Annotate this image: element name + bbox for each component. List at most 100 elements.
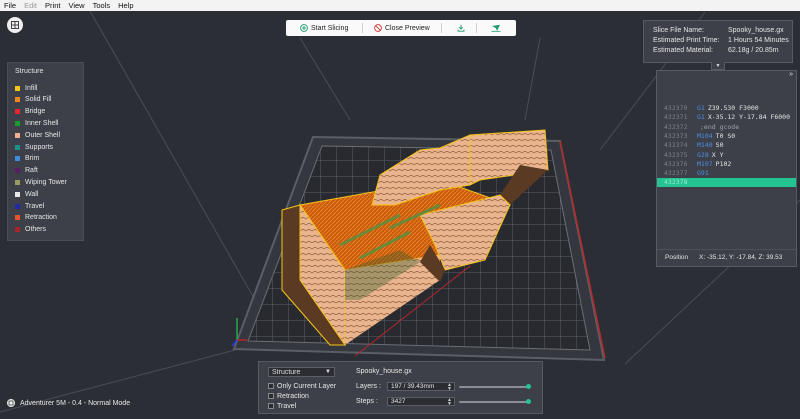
gcode-line-number: 432378 xyxy=(664,178,688,187)
legend-swatch xyxy=(15,120,20,126)
gcode-command: G91 xyxy=(697,169,709,178)
collapse-arrows-icon[interactable]: » xyxy=(789,71,793,78)
info-collapse-icon[interactable]: ▼ xyxy=(711,62,725,70)
only-current-layer-label: Only Current Layer xyxy=(277,382,337,390)
gcode-line[interactable]: 432376 M107 P102 xyxy=(657,160,796,169)
gcode-line-number: 432374 xyxy=(664,141,688,150)
close-preview-label: Close Preview xyxy=(385,24,430,32)
layers-slider[interactable] xyxy=(459,384,531,390)
gcode-arguments: T0 S0 xyxy=(715,131,736,140)
legend-swatch xyxy=(15,227,20,233)
gcode-command: M140 xyxy=(697,141,713,150)
gcode-line-number: 432373 xyxy=(664,131,688,140)
toolbar-divider xyxy=(441,23,442,33)
gcode-line[interactable]: 432377 G91 xyxy=(657,169,796,178)
legend-label: Retraction xyxy=(25,214,57,222)
legend-label: Solid Fill xyxy=(25,96,52,104)
gcode-arguments: ;end gcode xyxy=(700,122,740,131)
position-readout: Position X: -35.12, Y: -17.84, Z: 39.53 xyxy=(657,249,796,265)
gcode-line[interactable]: 432375 G28 X Y xyxy=(657,151,796,160)
printer-status: Adventurer 5M - 0.4 - Normal Mode xyxy=(7,399,130,407)
legend-label: Travel xyxy=(25,202,45,210)
close-circle-icon xyxy=(374,24,382,32)
printer-mode-text: Adventurer 5M - 0.4 - Normal Mode xyxy=(20,399,131,407)
legend-title: Structure xyxy=(15,68,44,75)
position-value: X: -35.12, Y: -17.84, Z: 39.53 xyxy=(699,254,783,261)
steps-slider[interactable] xyxy=(459,399,531,405)
only-current-layer-checkbox[interactable]: Only Current Layer xyxy=(268,382,336,390)
spin-arrows-icon[interactable]: ▲ ▼ xyxy=(447,398,452,407)
gcode-command: G1 xyxy=(697,104,705,112)
checkbox-box[interactable] xyxy=(268,383,274,389)
gcode-line-number: 432376 xyxy=(664,159,688,168)
legend-item: Bridge xyxy=(15,107,45,117)
retraction-label: Retraction xyxy=(277,392,309,400)
legend-item: Raft xyxy=(15,166,38,176)
checkbox-box[interactable] xyxy=(268,393,274,399)
steps-slider-handle[interactable] xyxy=(526,399,531,404)
menu-file[interactable]: File xyxy=(0,0,20,11)
chevron-down-icon: ▼ xyxy=(325,369,331,375)
gcode-command: M107 xyxy=(697,159,713,168)
legend-item: Outer Shell xyxy=(15,130,60,140)
travel-checkbox[interactable]: Travel xyxy=(268,402,296,410)
gcode-command: G28 xyxy=(697,150,709,159)
legend-item: Wall xyxy=(15,189,38,199)
menu-tools[interactable]: Tools xyxy=(89,0,115,11)
layers-label: Layers : xyxy=(356,383,381,390)
gcode-line[interactable]: 432371 G1 X-35.12 Y-17.84 F6000 xyxy=(657,113,796,122)
legend-label: Wall xyxy=(25,190,39,198)
legend-swatch xyxy=(15,203,20,209)
slice-info-box: Slice File Name: Spooky_house.gx Estimat… xyxy=(643,20,793,70)
app-logo-icon[interactable] xyxy=(7,17,23,33)
gcode-line[interactable]: 432373 M104 T0 S0 xyxy=(657,132,796,141)
gcode-line[interactable]: 432374 M140 S0 xyxy=(657,141,796,150)
layer-control-panel: Structure ▼ Only Current Layer Retractio… xyxy=(258,361,543,414)
layers-slider-handle[interactable] xyxy=(526,384,531,389)
gcode-line[interactable]: 432378 xyxy=(657,178,796,188)
gcode-line-number: 432370 xyxy=(664,104,688,112)
gcode-line[interactable]: 432372 ;end gcode xyxy=(657,123,796,132)
print-time-value: 1 Hours 54 Minutes xyxy=(728,37,789,44)
legend-item: Wiping Tower xyxy=(15,177,67,187)
plus-circle-icon xyxy=(300,24,308,32)
legend-swatch xyxy=(15,215,20,221)
legend-item: Brim xyxy=(15,154,39,164)
start-slicing-label: Start Slicing xyxy=(311,24,349,32)
gcode-arguments: X Y xyxy=(711,150,724,159)
legend-item: Retraction xyxy=(15,213,57,223)
menu-help[interactable]: Help xyxy=(114,0,137,11)
gcode-line[interactable]: 432370 G1 Z39.530 F3000 xyxy=(657,104,796,113)
legend-item: Others xyxy=(15,225,46,235)
menu-bar: File Edit Print View Tools Help xyxy=(0,0,800,11)
close-preview-button[interactable]: Close Preview xyxy=(374,20,430,36)
legend-label: Inner Shell xyxy=(25,119,59,127)
menu-view[interactable]: View xyxy=(64,0,88,11)
legend-swatch xyxy=(15,168,20,174)
legend-label: Wiping Tower xyxy=(25,178,67,186)
legend-swatch xyxy=(15,109,20,115)
export-button[interactable] xyxy=(454,20,468,36)
steps-spinbox[interactable]: 3427 ▲ ▼ xyxy=(387,397,455,407)
structure-select-value: Structure xyxy=(272,368,301,376)
legend-label: Brim xyxy=(25,155,40,163)
send-to-printer-button[interactable] xyxy=(488,20,504,36)
retraction-checkbox[interactable]: Retraction xyxy=(268,392,309,400)
layers-spinbox[interactable]: 197 / 39.43mm ▲ ▼ xyxy=(387,382,455,392)
legend-label: Others xyxy=(25,226,47,234)
structure-select[interactable]: Structure ▼ xyxy=(268,367,335,377)
checkbox-box[interactable] xyxy=(268,403,274,409)
legend-swatch xyxy=(15,156,20,162)
spin-arrows-icon[interactable]: ▲ ▼ xyxy=(447,383,452,392)
legend-item: Solid Fill xyxy=(15,95,51,105)
start-slicing-button[interactable]: Start Slicing xyxy=(300,20,348,36)
menu-print[interactable]: Print xyxy=(41,0,64,11)
legend-label: Raft xyxy=(25,167,38,175)
preview-toolbar: Start Slicing Close Preview xyxy=(286,20,516,36)
printer-icon xyxy=(7,399,15,407)
model-file-name: Spooky_house.gx xyxy=(356,368,412,375)
menu-edit[interactable]: Edit xyxy=(20,0,41,11)
gcode-line-number: 432377 xyxy=(664,169,688,178)
gcode-panel: » 432370 G1 Z39.530 F3000 432371 G1 X-35.12 Y… xyxy=(656,70,797,267)
legend-label: Outer Shell xyxy=(25,131,61,139)
